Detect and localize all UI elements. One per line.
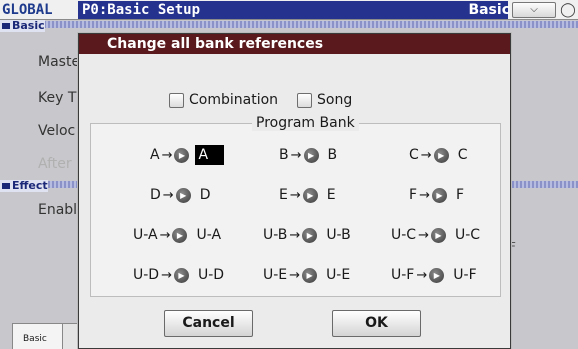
bank-map-a: A → ▶ A: [150, 145, 225, 165]
bank-map-u-d: U-D → ▶ U-D: [133, 265, 227, 285]
bank-to[interactable]: D: [197, 187, 214, 203]
bg-label-enable: Enabl: [38, 202, 78, 218]
bank-map-u-c: U-C → ▶ U-C: [391, 225, 483, 245]
popup-arrow-icon[interactable]: ▶: [430, 227, 446, 243]
popup-arrow-icon[interactable]: ▶: [429, 267, 445, 283]
bg-label-velocity: Veloc: [38, 123, 76, 139]
song-label: Song: [317, 92, 353, 108]
bank-from: U-D: [133, 267, 160, 283]
bank-to[interactable]: E: [324, 187, 339, 203]
arrow-icon: →: [289, 267, 301, 283]
arrow-icon: →: [162, 187, 174, 203]
bank-map-e: E → ▶ E: [279, 185, 339, 205]
bg-label-after: After: [38, 156, 72, 172]
bank-map-u-f: U-F → ▶ U-F: [391, 265, 480, 285]
popup-arrow-icon[interactable]: ▶: [174, 147, 190, 163]
arrow-icon: →: [289, 187, 301, 203]
bank-map-c: C → ▶ C: [409, 145, 470, 165]
bank-to[interactable]: F: [453, 187, 467, 203]
bank-to[interactable]: C: [455, 147, 471, 163]
section-band-basic: [0, 21, 578, 28]
popup-arrow-icon[interactable]: ▶: [174, 267, 189, 283]
bank-from: D: [150, 187, 161, 203]
bank-map-b: B → ▶ B: [279, 145, 340, 165]
page-menu-button[interactable]: ⌵: [512, 2, 556, 18]
bank-map-f: F → ▶ F: [409, 185, 467, 205]
bank-map-d: D → ▶ D: [150, 185, 213, 205]
bank-to[interactable]: U-B: [323, 227, 353, 243]
checkbox-icon: [297, 92, 312, 108]
bg-label-key: Key T: [38, 90, 77, 106]
bank-from: E: [279, 187, 288, 203]
program-bank-title: Program Bank: [252, 115, 359, 131]
bank-map-u-e: U-E → ▶ U-E: [263, 265, 353, 285]
bank-to[interactable]: U-E: [323, 267, 353, 283]
popup-arrow-icon[interactable]: ▶: [431, 187, 447, 203]
top-bar: GLOBAL P0:Basic Setup Basic ⌵ ◯: [0, 0, 578, 20]
bank-from: A: [150, 147, 160, 163]
ok-button[interactable]: OK: [332, 310, 421, 337]
bank-map-u-b: U-B → ▶ U-B: [263, 225, 354, 245]
bank-to-selected[interactable]: A: [195, 145, 225, 165]
power-icon[interactable]: ◯: [560, 2, 576, 18]
bank-to[interactable]: U-A: [193, 227, 224, 243]
popup-arrow-icon[interactable]: ▶: [302, 267, 318, 283]
section-title-effect: Effect: [0, 180, 48, 192]
popup-arrow-icon[interactable]: ▶: [433, 147, 449, 163]
tab-basic[interactable]: Basic: [12, 323, 64, 349]
bank-from: B: [279, 147, 289, 163]
program-bank-group: Program Bank A → ▶ A B → ▶ B C → ▶ C D →…: [90, 115, 501, 297]
section-title-basic: Basic: [0, 20, 45, 32]
mode-label: GLOBAL: [2, 2, 53, 18]
popup-arrow-icon[interactable]: ▶: [303, 147, 319, 163]
combination-checkbox[interactable]: Combination: [169, 91, 278, 109]
arrow-icon: →: [416, 267, 428, 283]
bank-to[interactable]: U-D: [195, 267, 227, 283]
combination-label: Combination: [189, 92, 279, 108]
arrow-icon: →: [289, 227, 301, 243]
bank-from: U-F: [391, 267, 415, 283]
arrow-icon: →: [418, 227, 429, 243]
bank-to[interactable]: B: [325, 147, 341, 163]
change-bank-dialog: Change all bank references Combination S…: [78, 33, 511, 349]
popup-arrow-icon[interactable]: ▶: [175, 187, 191, 203]
cancel-button[interactable]: Cancel: [164, 310, 253, 337]
arrow-icon: →: [290, 147, 302, 163]
song-checkbox[interactable]: Song: [297, 91, 352, 109]
bank-from: U-A: [133, 227, 158, 243]
popup-arrow-icon[interactable]: ▶: [302, 227, 318, 243]
arrow-icon: →: [419, 187, 430, 203]
page-tab-label: Basic: [468, 2, 510, 18]
popup-arrow-icon[interactable]: ▶: [302, 187, 318, 203]
arrow-icon: →: [161, 147, 173, 163]
bg-label-master: Maste: [38, 54, 81, 70]
popup-arrow-icon[interactable]: ▶: [172, 227, 188, 243]
bank-from: C: [409, 147, 419, 163]
chevron-down-icon: ⌵: [530, 4, 538, 15]
bank-to[interactable]: U-C: [452, 227, 483, 243]
arrow-icon: →: [159, 227, 171, 243]
bank-from: U-C: [391, 227, 417, 243]
page-title: P0:Basic Setup: [78, 1, 508, 19]
bank-to[interactable]: U-F: [450, 267, 479, 283]
arrow-icon: →: [161, 267, 172, 283]
bank-from: U-B: [263, 227, 288, 243]
bank-map-u-a: U-A → ▶ U-A: [133, 225, 224, 245]
checkbox-icon: [169, 92, 184, 108]
bank-from: U-E: [263, 267, 288, 283]
dialog-title: Change all bank references: [79, 34, 510, 54]
arrow-icon: →: [420, 147, 432, 163]
bank-from: F: [409, 187, 418, 203]
